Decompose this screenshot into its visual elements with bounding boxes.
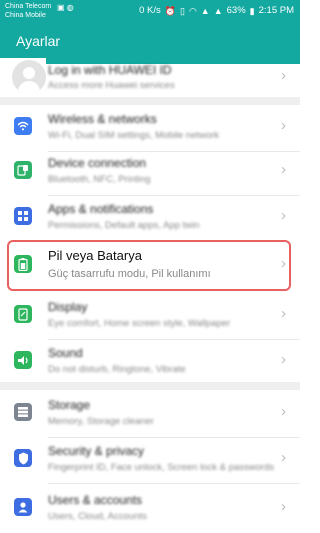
storage-icon	[14, 403, 32, 421]
app-bar: Ayarlar	[0, 22, 300, 58]
row-title: Wireless & networks	[48, 112, 157, 126]
row-subtitle: Bluetooth, NFC, Printing	[48, 174, 151, 185]
settings-row-security[interactable]: Security & privacy Fingerprint ID, Face …	[0, 436, 300, 484]
row-subtitle: Do not disturb, Ringtone, Vibrate	[48, 364, 186, 375]
chevron-right-icon: ›	[281, 498, 286, 515]
row-title: Display	[48, 300, 88, 314]
carrier-1: China Telecom	[5, 3, 52, 10]
settings-row-display[interactable]: Display Eye comfort, Home screen style, …	[0, 292, 300, 340]
row-title: Users & accounts	[48, 493, 143, 507]
sound-icon	[14, 351, 32, 369]
account-title: Log in with HUAWEI ID	[48, 63, 172, 77]
device-connection-icon	[14, 161, 32, 179]
chevron-right-icon: ›	[281, 449, 286, 466]
settings-row-wireless[interactable]: Wireless & networks Wi-Fi, Dual SIM sett…	[0, 104, 300, 152]
alarm-icon: ⏰	[164, 5, 176, 16]
settings-row-apps[interactable]: Apps & notifications Permissions, Defaul…	[0, 194, 300, 242]
apps-icon	[14, 207, 32, 225]
row-subtitle: Memory, Storage cleaner	[48, 416, 154, 427]
battery-status-icon: ▮	[249, 5, 255, 16]
settings-row-storage[interactable]: Storage Memory, Storage cleaner ›	[0, 390, 300, 438]
chevron-right-icon: ›	[281, 305, 286, 322]
chevron-right-icon: ›	[281, 117, 286, 134]
chevron-right-icon: ›	[281, 67, 286, 84]
row-title: Device connection	[48, 156, 147, 170]
section-divider	[0, 382, 300, 390]
settings-row-users[interactable]: Users & accounts Users, Cloud, Accounts …	[0, 485, 300, 533]
chevron-right-icon: ›	[281, 351, 286, 368]
vibrate-icon: ▯	[179, 5, 185, 16]
row-title: Apps & notifications	[48, 202, 154, 216]
carrier-2: China Mobile	[5, 12, 46, 19]
row-subtitle: Wi-Fi, Dual SIM settings, Mobile network	[48, 130, 220, 141]
row-title: Storage	[48, 398, 91, 412]
users-icon	[14, 498, 32, 516]
row-subtitle: Permissions, Default apps, App twin	[48, 220, 200, 231]
row-subtitle: Users, Cloud, Accounts	[48, 511, 147, 522]
status-bar: China Telecom China Mobile ▣ ◍ 0 K/s ⏰ ▯…	[0, 0, 300, 22]
account-subtitle: Access more Huawei services	[48, 80, 175, 91]
avatar	[12, 60, 46, 94]
row-subtitle: Eye comfort, Home screen style, Wallpape…	[48, 318, 231, 329]
settings-row-device-connection[interactable]: Device connection Bluetooth, NFC, Printi…	[0, 148, 300, 196]
clock: 2:15 PM	[258, 5, 294, 16]
chevron-right-icon: ›	[281, 207, 286, 224]
page-title: Ayarlar	[16, 33, 61, 49]
chevron-right-icon: ›	[281, 161, 286, 178]
wifi-status-icon: ◠	[188, 5, 197, 16]
battery-percent: 63%	[226, 5, 246, 16]
settings-row-sound[interactable]: Sound Do not disturb, Ringtone, Vibrate …	[0, 338, 300, 386]
row-subtitle: Fingerprint ID, Face unlock, Screen lock…	[48, 462, 274, 473]
wifi-icon	[14, 117, 32, 135]
chevron-right-icon: ›	[281, 403, 286, 420]
row-title: Security & privacy	[48, 444, 145, 458]
signal2-icon: ▲	[213, 5, 223, 16]
carrier-labels: China Telecom China Mobile	[5, 2, 51, 20]
notification-icons: ▣ ◍	[57, 3, 74, 12]
status-right: 0 K/s ⏰ ▯ ◠ ▲ ▲ 63% ▮ 2:15 PM	[139, 5, 294, 16]
network-speed: 0 K/s	[139, 5, 161, 16]
security-icon	[14, 449, 32, 467]
highlight-box	[7, 240, 291, 291]
row-title: Sound	[48, 346, 83, 360]
signal-icon: ▲	[200, 5, 210, 16]
display-icon	[14, 305, 32, 323]
